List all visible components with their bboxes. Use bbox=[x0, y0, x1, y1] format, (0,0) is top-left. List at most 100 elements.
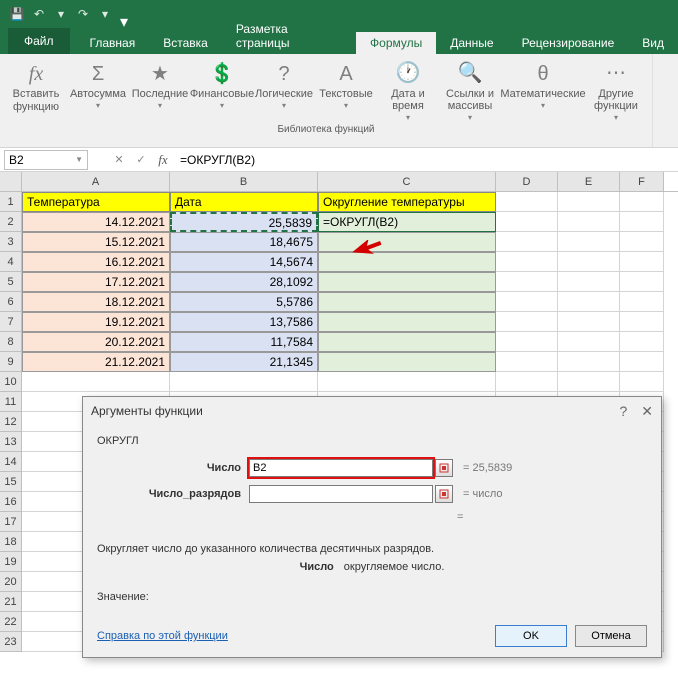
help-link[interactable]: Справка по этой функции bbox=[97, 630, 228, 642]
col-header-b[interactable]: B bbox=[170, 172, 318, 191]
row-header-10[interactable]: 10 bbox=[0, 372, 22, 392]
tab-insert[interactable]: Вставка bbox=[149, 32, 222, 54]
cell-d10[interactable] bbox=[496, 372, 558, 392]
row-header-21[interactable]: 21 bbox=[0, 592, 22, 612]
row-header-5[interactable]: 5 bbox=[0, 272, 22, 292]
cell-e2[interactable] bbox=[558, 212, 620, 232]
cell-d1[interactable] bbox=[496, 192, 558, 212]
cell-f1[interactable] bbox=[620, 192, 664, 212]
dialog-titlebar[interactable]: Аргументы функции ? ✕ bbox=[83, 397, 661, 425]
cell-f9[interactable] bbox=[620, 352, 664, 372]
math-button[interactable]: θМатематические▾ bbox=[502, 58, 584, 124]
arg2-input[interactable] bbox=[249, 485, 433, 503]
redo-icon[interactable]: ↷ bbox=[72, 3, 94, 25]
cell-f2[interactable] bbox=[620, 212, 664, 232]
cell-a10[interactable] bbox=[22, 372, 170, 392]
cell-d6[interactable] bbox=[496, 292, 558, 312]
accept-formula-icon[interactable]: ✓ bbox=[130, 149, 152, 171]
row-header-16[interactable]: 16 bbox=[0, 492, 22, 512]
close-icon[interactable]: ✕ bbox=[641, 403, 653, 420]
row-header-3[interactable]: 3 bbox=[0, 232, 22, 252]
help-icon[interactable]: ? bbox=[619, 403, 627, 420]
row-header-2[interactable]: 2 bbox=[0, 212, 22, 232]
cell-e1[interactable] bbox=[558, 192, 620, 212]
cell-a2[interactable]: 14.12.2021 bbox=[22, 212, 170, 232]
cancel-formula-icon[interactable]: ✕ bbox=[108, 149, 130, 171]
cell-e5[interactable] bbox=[558, 272, 620, 292]
cell-c7[interactable] bbox=[318, 312, 496, 332]
cell-c2[interactable]: =ОКРУГЛ(B2) bbox=[318, 212, 496, 232]
cell-a1[interactable]: Температура bbox=[22, 192, 170, 212]
ok-button[interactable]: OK bbox=[495, 625, 567, 647]
row-header-20[interactable]: 20 bbox=[0, 572, 22, 592]
row-header-22[interactable]: 22 bbox=[0, 612, 22, 632]
row-header-17[interactable]: 17 bbox=[0, 512, 22, 532]
row-header-4[interactable]: 4 bbox=[0, 252, 22, 272]
cell-e4[interactable] bbox=[558, 252, 620, 272]
recent-button[interactable]: ★Последние▾ bbox=[130, 58, 190, 124]
row-header-18[interactable]: 18 bbox=[0, 532, 22, 552]
redo-dropdown-icon[interactable]: ▾ bbox=[94, 3, 116, 25]
cell-e8[interactable] bbox=[558, 332, 620, 352]
more-functions-button[interactable]: ⋯Другие функции▾ bbox=[586, 58, 646, 124]
cell-d5[interactable] bbox=[496, 272, 558, 292]
cell-f10[interactable] bbox=[620, 372, 664, 392]
cell-d3[interactable] bbox=[496, 232, 558, 252]
undo-icon[interactable]: ↶ bbox=[28, 3, 50, 25]
cell-c10[interactable] bbox=[318, 372, 496, 392]
cell-c3[interactable] bbox=[318, 232, 496, 252]
cell-a4[interactable]: 16.12.2021 bbox=[22, 252, 170, 272]
text-button[interactable]: AТекстовые▾ bbox=[316, 58, 376, 124]
cell-d9[interactable] bbox=[496, 352, 558, 372]
cell-f8[interactable] bbox=[620, 332, 664, 352]
insert-function-button[interactable]: fxВставить функцию bbox=[6, 58, 66, 124]
row-header-8[interactable]: 8 bbox=[0, 332, 22, 352]
cell-b1[interactable]: Дата bbox=[170, 192, 318, 212]
col-header-f[interactable]: F bbox=[620, 172, 664, 191]
cell-c8[interactable] bbox=[318, 332, 496, 352]
cell-f6[interactable] bbox=[620, 292, 664, 312]
cell-a8[interactable]: 20.12.2021 bbox=[22, 332, 170, 352]
cancel-button[interactable]: Отмена bbox=[575, 625, 647, 647]
col-header-a[interactable]: A bbox=[22, 172, 170, 191]
cell-c5[interactable] bbox=[318, 272, 496, 292]
cell-d4[interactable] bbox=[496, 252, 558, 272]
row-header-23[interactable]: 23 bbox=[0, 632, 22, 652]
fx-button-icon[interactable]: fx bbox=[152, 149, 174, 171]
row-header-6[interactable]: 6 bbox=[0, 292, 22, 312]
lookup-button[interactable]: 🔍Ссылки и массивы▾ bbox=[440, 58, 500, 124]
arg2-range-picker-icon[interactable] bbox=[435, 485, 453, 503]
formula-input[interactable] bbox=[174, 150, 678, 170]
cell-d8[interactable] bbox=[496, 332, 558, 352]
namebox-dropdown-icon[interactable]: ▼ bbox=[75, 155, 83, 164]
row-header-11[interactable]: 11 bbox=[0, 392, 22, 412]
cell-c1[interactable]: Округление температуры bbox=[318, 192, 496, 212]
cell-c6[interactable] bbox=[318, 292, 496, 312]
col-header-e[interactable]: E bbox=[558, 172, 620, 191]
row-header-12[interactable]: 12 bbox=[0, 412, 22, 432]
row-header-15[interactable]: 15 bbox=[0, 472, 22, 492]
select-all-corner[interactable] bbox=[0, 172, 22, 191]
cell-a7[interactable]: 19.12.2021 bbox=[22, 312, 170, 332]
cell-b8[interactable]: 11,7584 bbox=[170, 332, 318, 352]
col-header-d[interactable]: D bbox=[496, 172, 558, 191]
cell-b2[interactable]: 25,5839 bbox=[170, 212, 318, 232]
name-box[interactable]: B2▼ bbox=[4, 150, 88, 170]
save-icon[interactable]: 💾 bbox=[6, 3, 28, 25]
cell-f4[interactable] bbox=[620, 252, 664, 272]
cell-e9[interactable] bbox=[558, 352, 620, 372]
cell-b5[interactable]: 28,1092 bbox=[170, 272, 318, 292]
autosum-button[interactable]: ΣАвтосумма▾ bbox=[68, 58, 128, 124]
cell-f3[interactable] bbox=[620, 232, 664, 252]
row-header-19[interactable]: 19 bbox=[0, 552, 22, 572]
cell-a9[interactable]: 21.12.2021 bbox=[22, 352, 170, 372]
cell-d7[interactable] bbox=[496, 312, 558, 332]
cell-f5[interactable] bbox=[620, 272, 664, 292]
cell-f7[interactable] bbox=[620, 312, 664, 332]
undo-dropdown-icon[interactable]: ▾ bbox=[50, 3, 72, 25]
qat-customize-icon[interactable]: ▾ bbox=[120, 12, 128, 16]
cell-b4[interactable]: 14,5674 bbox=[170, 252, 318, 272]
col-header-c[interactable]: C bbox=[318, 172, 496, 191]
cell-e3[interactable] bbox=[558, 232, 620, 252]
cell-c9[interactable] bbox=[318, 352, 496, 372]
